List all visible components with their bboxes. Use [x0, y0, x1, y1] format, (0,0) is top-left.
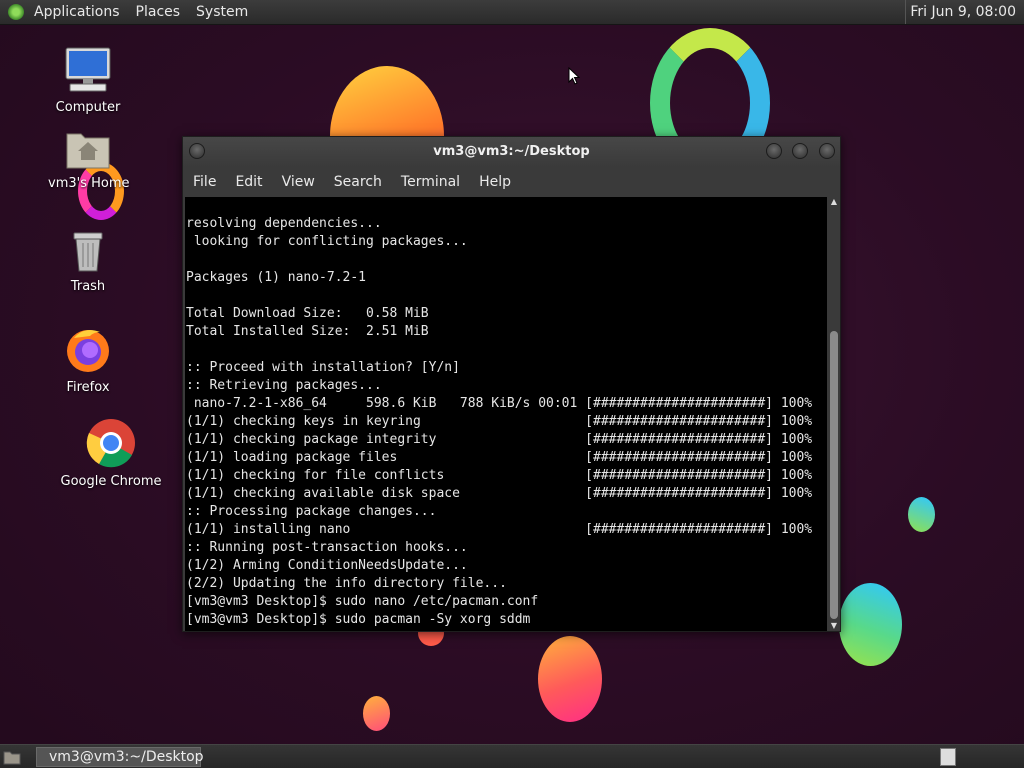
window-menubar: File Edit View Search Terminal Help	[183, 168, 840, 196]
terminal-text: resolving dependencies... looking for co…	[186, 216, 813, 627]
computer-icon	[65, 47, 111, 92]
menu-applications[interactable]: Applications	[26, 4, 128, 20]
menu-edit[interactable]: Edit	[225, 174, 271, 190]
desktop-background: Applications Places System Fri Jun 9, 08…	[0, 0, 1024, 768]
menu-system[interactable]: System	[188, 4, 256, 20]
menu-help[interactable]: Help	[469, 174, 520, 190]
scrollbar-thumb[interactable]	[830, 331, 838, 619]
decor-blue-balloon	[839, 583, 902, 666]
menu-search[interactable]: Search	[324, 174, 391, 190]
decor-small-balloon	[363, 696, 390, 731]
window-titlebar[interactable]: vm3@vm3:~/Desktop	[183, 137, 840, 167]
top-panel: Applications Places System Fri Jun 9, 08…	[0, 0, 1024, 25]
home-folder-icon	[66, 133, 110, 169]
desktop-icon-trash[interactable]: Trash	[48, 229, 128, 294]
minimize-button[interactable]	[766, 143, 782, 159]
terminal-output[interactable]: resolving dependencies... looking for co…	[185, 197, 827, 631]
firefox-icon	[67, 330, 109, 372]
maximize-button[interactable]	[792, 143, 808, 159]
menu-terminal[interactable]: Terminal	[391, 174, 469, 190]
terminal-window[interactable]: vm3@vm3:~/Desktop File Edit View Search …	[182, 136, 841, 632]
chrome-icon	[86, 419, 135, 468]
desktop-icon-label: Firefox	[66, 380, 110, 395]
scroll-up-icon[interactable]: ▲	[828, 197, 840, 207]
desktop-icon-label: Google Chrome	[60, 474, 162, 489]
menu-places[interactable]: Places	[128, 4, 189, 20]
window-title: vm3@vm3:~/Desktop	[433, 144, 590, 159]
desktop-icon-chrome[interactable]: Google Chrome	[56, 418, 166, 489]
trash-icon	[73, 232, 103, 272]
show-desktop-icon[interactable]	[3, 748, 21, 766]
taskbar-item-label: vm3@vm3:~/Desktop	[49, 749, 204, 765]
scroll-down-icon[interactable]: ▼	[828, 621, 840, 631]
decor-pink-balloon	[538, 636, 602, 722]
workspace-switcher[interactable]	[940, 748, 956, 766]
clock[interactable]: Fri Jun 9, 08:00	[905, 0, 1020, 24]
taskbar-item-terminal[interactable]: vm3@vm3:~/Desktop	[36, 747, 204, 767]
menu-view[interactable]: View	[272, 174, 324, 190]
distro-logo-icon[interactable]	[8, 4, 24, 20]
desktop-icon-label: vm3's Home	[48, 176, 130, 191]
desktop-icon-computer[interactable]: Computer	[48, 46, 128, 115]
menu-file[interactable]: File	[183, 174, 225, 190]
close-button[interactable]	[819, 143, 835, 159]
desktop-icon-label: Trash	[70, 279, 106, 294]
desktop-icon-home[interactable]: vm3's Home	[48, 128, 130, 191]
bottom-panel: vm3@vm3:~/Desktop	[0, 744, 1024, 768]
desktop-icon-label: Computer	[55, 100, 121, 115]
mouse-pointer-icon	[568, 67, 580, 85]
desktop-icon-firefox[interactable]: Firefox	[48, 326, 128, 395]
terminal-scrollbar[interactable]: ▲ ▼	[828, 197, 840, 631]
decor-tiny-balloon	[908, 497, 935, 532]
